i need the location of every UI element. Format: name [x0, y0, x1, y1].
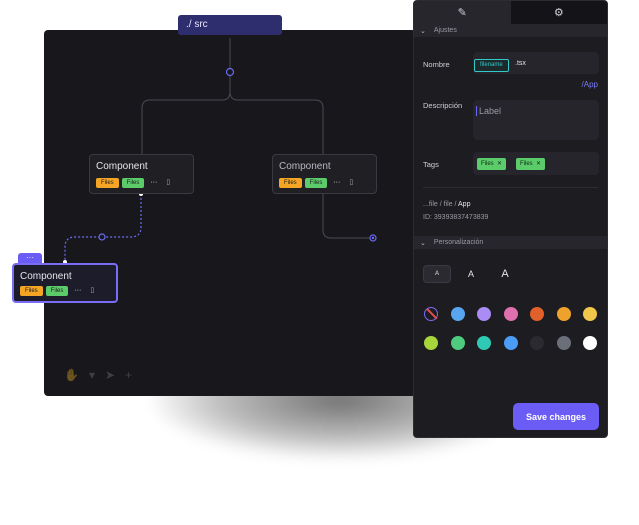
files-chip[interactable]: Files — [304, 178, 328, 188]
tag-chip[interactable]: Files ✕ — [477, 158, 507, 170]
color-swatch[interactable] — [583, 336, 597, 350]
divider — [423, 187, 598, 188]
file-icon[interactable]: ▯ — [163, 178, 173, 188]
close-icon[interactable]: ✕ — [534, 161, 541, 167]
no-color-swatch[interactable] — [424, 307, 438, 321]
connector-lines — [63, 38, 377, 264]
root-handle — [225, 67, 235, 77]
chevron-down-icon: ⌄ — [420, 27, 426, 35]
properties-panel: ✎ ⚙ ⌄ Ajustes Nombre filename .tsx /App … — [413, 0, 608, 438]
more-icon[interactable]: ··· — [71, 286, 84, 296]
file-icon[interactable]: ▯ — [346, 178, 356, 188]
color-swatch[interactable] — [583, 307, 597, 321]
tab-edit[interactable]: ✎ — [414, 1, 511, 24]
files-chip[interactable]: Files — [96, 178, 119, 188]
color-swatch[interactable] — [450, 336, 465, 350]
files-chip[interactable]: Files — [121, 178, 145, 188]
node-component-right[interactable]: Component Files Files ··· ▯ — [272, 154, 377, 194]
section-personalizacion[interactable]: ⌄ Personalización — [414, 236, 607, 249]
color-swatch[interactable] — [556, 336, 571, 350]
section-title: Ajustes — [433, 27, 457, 34]
tab-settings[interactable]: ⚙ — [510, 1, 607, 24]
node-title: Component — [20, 271, 72, 282]
chevron-down-icon: ⌄ — [420, 239, 426, 247]
node-component-selected[interactable]: Component Files Files ··· ▯ — [12, 263, 118, 303]
chevron-down-icon[interactable]: ▾ — [89, 368, 95, 382]
color-swatch[interactable] — [530, 336, 544, 350]
file-extension: .tsx — [515, 60, 526, 67]
src-breadcrumb[interactable]: ./ src — [178, 15, 282, 35]
color-swatch[interactable] — [530, 307, 544, 321]
close-icon[interactable]: ✕ — [495, 161, 502, 167]
descripcion-label: Descripción — [423, 101, 463, 110]
color-swatch[interactable] — [556, 307, 571, 321]
canvas-toolbar: ✋ ▾ ➤ + — [64, 368, 132, 382]
size-small-button[interactable]: A — [423, 265, 451, 283]
color-swatch[interactable] — [477, 336, 491, 350]
color-swatch[interactable] — [450, 307, 465, 321]
flow-canvas[interactable]: ✋ ▾ ➤ + — [44, 30, 416, 396]
tag-label: Files — [520, 161, 533, 167]
node-title: Component — [96, 161, 148, 172]
save-changes-button[interactable]: Save changes — [513, 403, 599, 430]
gear-icon: ⚙ — [553, 7, 564, 19]
files-chip[interactable]: Files — [20, 286, 43, 296]
color-swatch[interactable] — [503, 307, 518, 321]
more-icon[interactable]: ··· — [330, 178, 343, 188]
path-prefix: ...file / file / — [423, 201, 459, 208]
color-swatch[interactable] — [424, 336, 438, 350]
cursor-icon[interactable]: ➤ — [105, 368, 115, 382]
descripcion-placeholder: Label — [476, 106, 501, 116]
path-current: App — [458, 201, 471, 208]
node-title: Component — [279, 161, 331, 172]
nombre-label: Nombre — [423, 60, 450, 69]
file-icon[interactable]: ▯ — [87, 286, 97, 296]
mid-handle — [98, 233, 106, 241]
app-link[interactable]: /App — [582, 80, 598, 89]
tag-chip[interactable]: Files ✕ — [516, 158, 546, 170]
more-icon[interactable]: ··· — [147, 178, 160, 188]
node-component-left[interactable]: Component Files Files ··· ▯ — [89, 154, 194, 194]
edit-icon: ✎ — [457, 7, 467, 19]
filename-chip[interactable]: filename — [474, 59, 509, 72]
add-icon[interactable]: + — [125, 368, 132, 382]
tag-label: Files — [481, 161, 494, 167]
tags-label: Tags — [423, 160, 439, 169]
files-chip[interactable]: Files — [279, 178, 302, 188]
color-swatch[interactable] — [503, 336, 518, 350]
section-ajustes[interactable]: ⌄ Ajustes — [414, 24, 607, 37]
files-chip[interactable]: Files — [45, 286, 69, 296]
node-id: ID: 39393837473839 — [423, 214, 489, 221]
file-path: ...file / file / App — [423, 201, 470, 208]
color-swatch[interactable] — [477, 307, 491, 321]
section-title: Personalización — [433, 239, 484, 246]
size-medium-button[interactable]: A — [457, 265, 485, 283]
hand-icon[interactable]: ✋ — [64, 368, 79, 382]
size-large-button[interactable]: A — [491, 265, 519, 283]
